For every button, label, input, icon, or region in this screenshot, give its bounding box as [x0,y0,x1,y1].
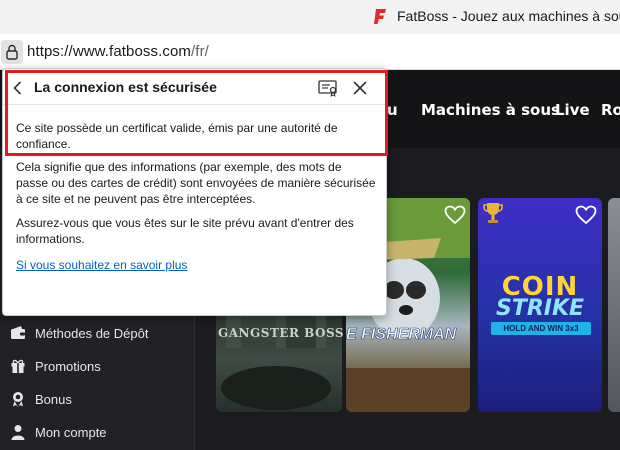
gift-icon [11,359,25,373]
trophy-icon [483,203,503,223]
security-explanation-text: Cela signifie que des informations (par … [16,160,376,206]
game-badge: HOLD AND WIN 3x3 [491,322,591,335]
sidebar-item-my-account[interactable]: Mon compte [0,419,195,449]
sidebar-item-label: Bonus [35,392,72,407]
highlight-annotation-box [5,70,388,156]
sidebar-item-deposit-methods[interactable]: Méthodes de Dépôt [0,320,195,350]
browser-tab-title[interactable]: FatBoss - Jouez aux machines à sous [397,8,620,24]
lock-icon[interactable] [1,40,23,64]
favorite-heart-icon[interactable] [444,205,466,225]
sidebar-item-bonus[interactable]: Bonus [0,386,195,416]
game-title: GANGSTER BOSS [218,326,345,340]
game-title: E FISHERMAN [346,326,457,344]
sidebar-item-label: Mon compte [35,425,107,440]
url-field[interactable]: https://www.fatboss.com/fr/ [27,43,209,60]
favorite-heart-icon[interactable] [575,205,597,225]
fatboss-favicon-icon [374,9,386,24]
wallet-icon [11,326,25,339]
sidebar-item-label: Méthodes de Dépôt [35,326,149,341]
nav-item-roulette[interactable]: Ro [601,101,620,119]
medal-icon [13,392,23,407]
security-advice-text: Assurez-vous que vous êtes sur le site p… [16,216,354,246]
url-host: https://www.fatboss.com [27,43,192,60]
nav-item-live[interactable]: Live [555,101,590,119]
nav-item-partial[interactable]: u [387,101,398,119]
game-card-partial[interactable] [608,198,620,412]
nav-item-slots[interactable]: Machines à sous [421,101,560,119]
user-icon [11,425,25,440]
sidebar-item-label: Promotions [35,359,101,374]
game-title-line2: STRIKE [495,296,585,321]
learn-more-link[interactable]: Si vous souhaitez en savoir plus [16,258,187,272]
sidebar-item-promotions[interactable]: Promotions [0,353,195,383]
url-path: /fr/ [191,43,209,60]
